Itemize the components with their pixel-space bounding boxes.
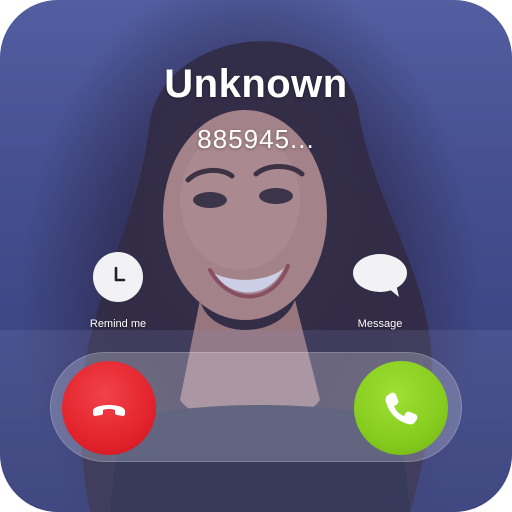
message-button[interactable]: Message: [320, 252, 440, 330]
message-label: Message: [357, 318, 403, 330]
accept-call-button[interactable]: [354, 361, 448, 455]
incoming-call-screen: Unknown 885945... Remind me Message: [0, 0, 512, 512]
remind-me-button[interactable]: Remind me: [58, 252, 178, 330]
caller-name: Unknown: [164, 62, 348, 106]
remind-me-label: Remind me: [89, 318, 147, 330]
message-bubble[interactable]: [352, 252, 408, 302]
remind-circle[interactable]: [93, 252, 143, 302]
phone-hangup-icon: [93, 405, 125, 416]
caller-number: 885945...: [197, 124, 315, 154]
clock-icon: [114, 266, 126, 282]
speech-bubble-icon: [353, 254, 407, 297]
phone-icon: [385, 392, 418, 425]
decline-call-button[interactable]: [62, 361, 156, 455]
